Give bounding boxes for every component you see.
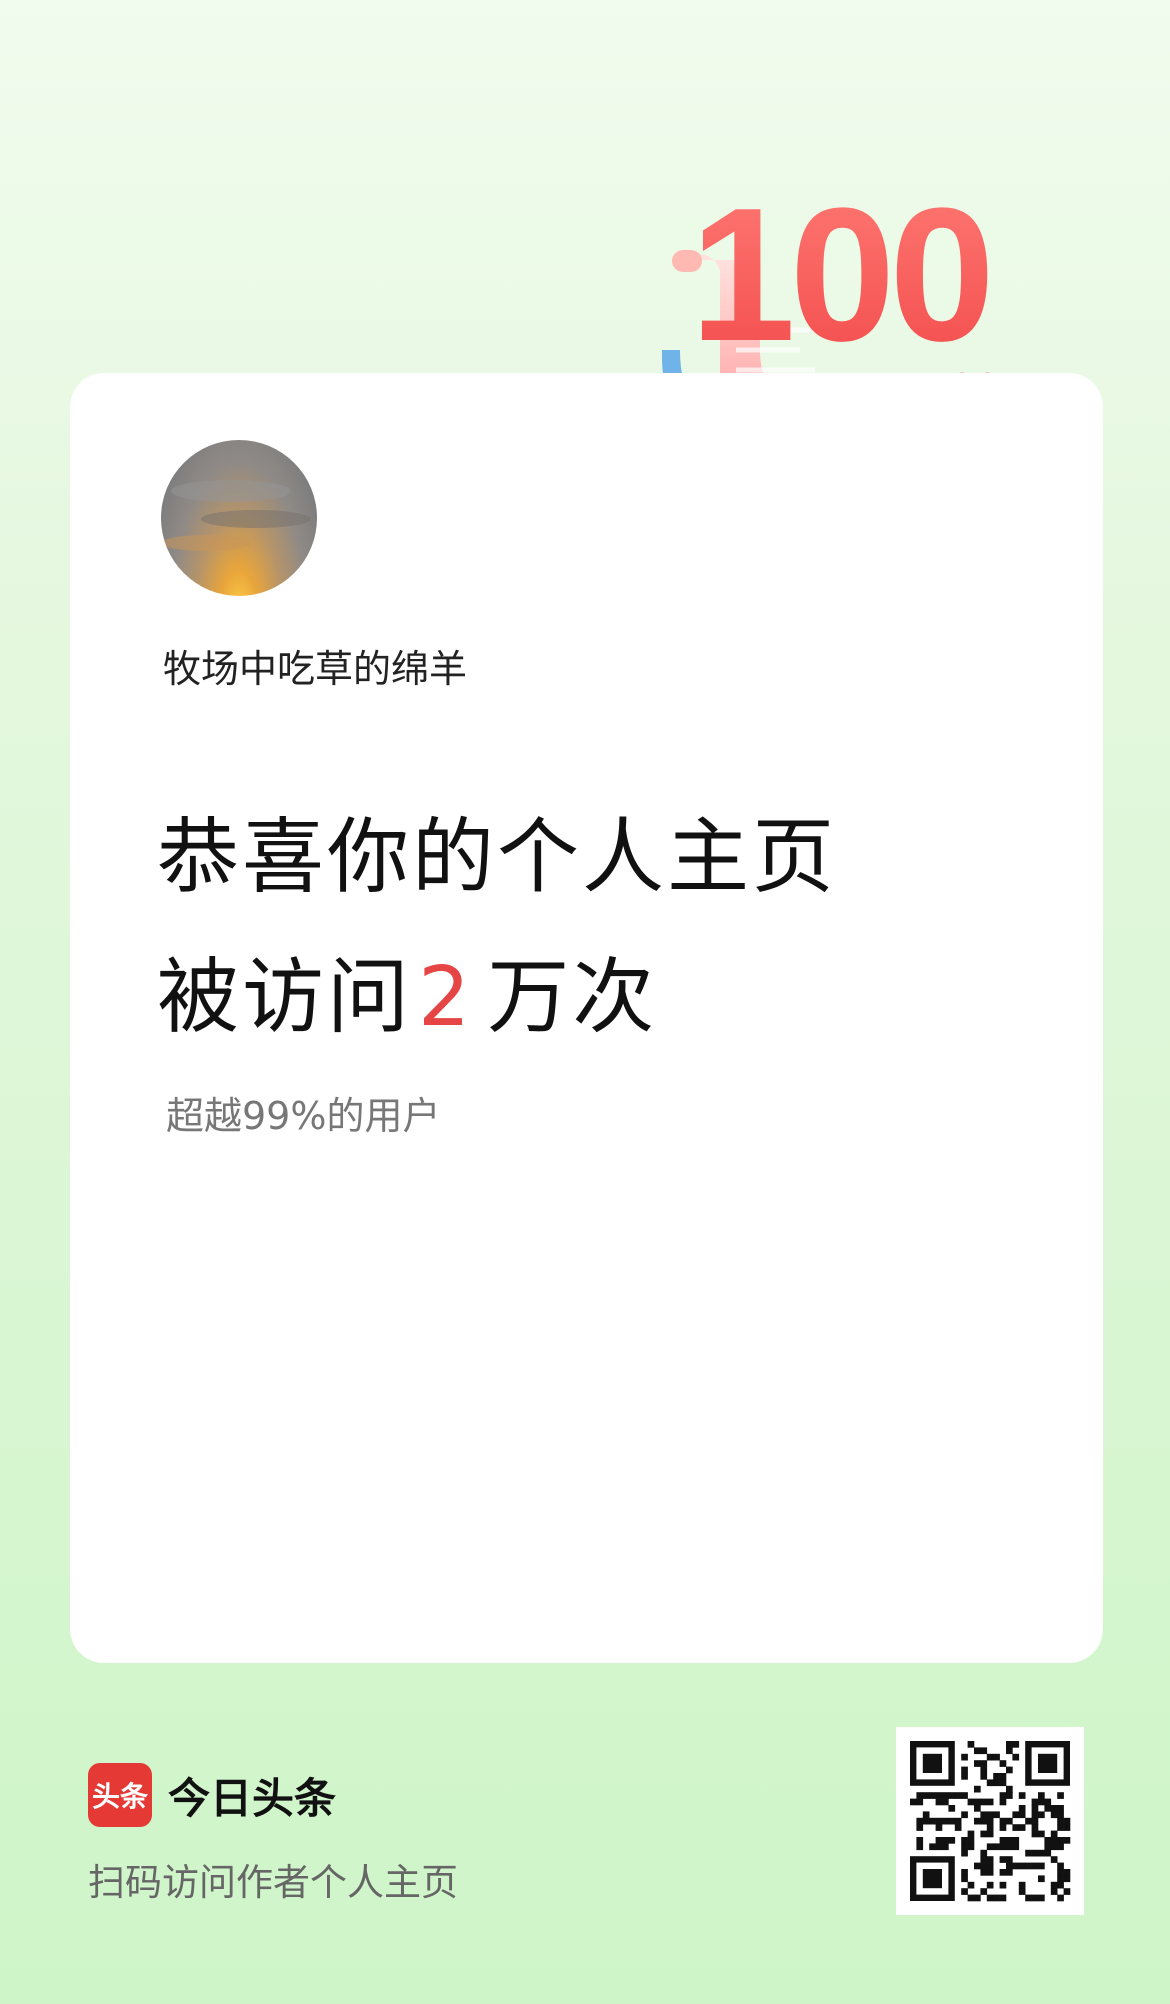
- toutiao-logo-icon: 头条: [88, 1763, 152, 1827]
- qr-code-icon[interactable]: [896, 1727, 1084, 1915]
- headline-suffix: 万次: [487, 950, 658, 1045]
- headline-prefix: 被访问: [157, 950, 413, 1045]
- username: 牧场中吃草的绵羊: [163, 647, 468, 691]
- user-avatar: [161, 440, 317, 596]
- brand: 头条 今日头条: [88, 1763, 337, 1827]
- milestone-number: 100: [690, 169, 989, 381]
- brand-name: 今日头条: [168, 1773, 337, 1823]
- scan-hint: 扫码访问作者个人主页: [88, 1861, 458, 1904]
- headline-line2: 被访问2 万次: [157, 930, 657, 1049]
- ranking-subtitle: 超越99%的用户: [166, 1094, 441, 1138]
- headline-line1: 恭喜你的个人主页: [157, 810, 838, 905]
- visit-count: 2: [418, 950, 474, 1045]
